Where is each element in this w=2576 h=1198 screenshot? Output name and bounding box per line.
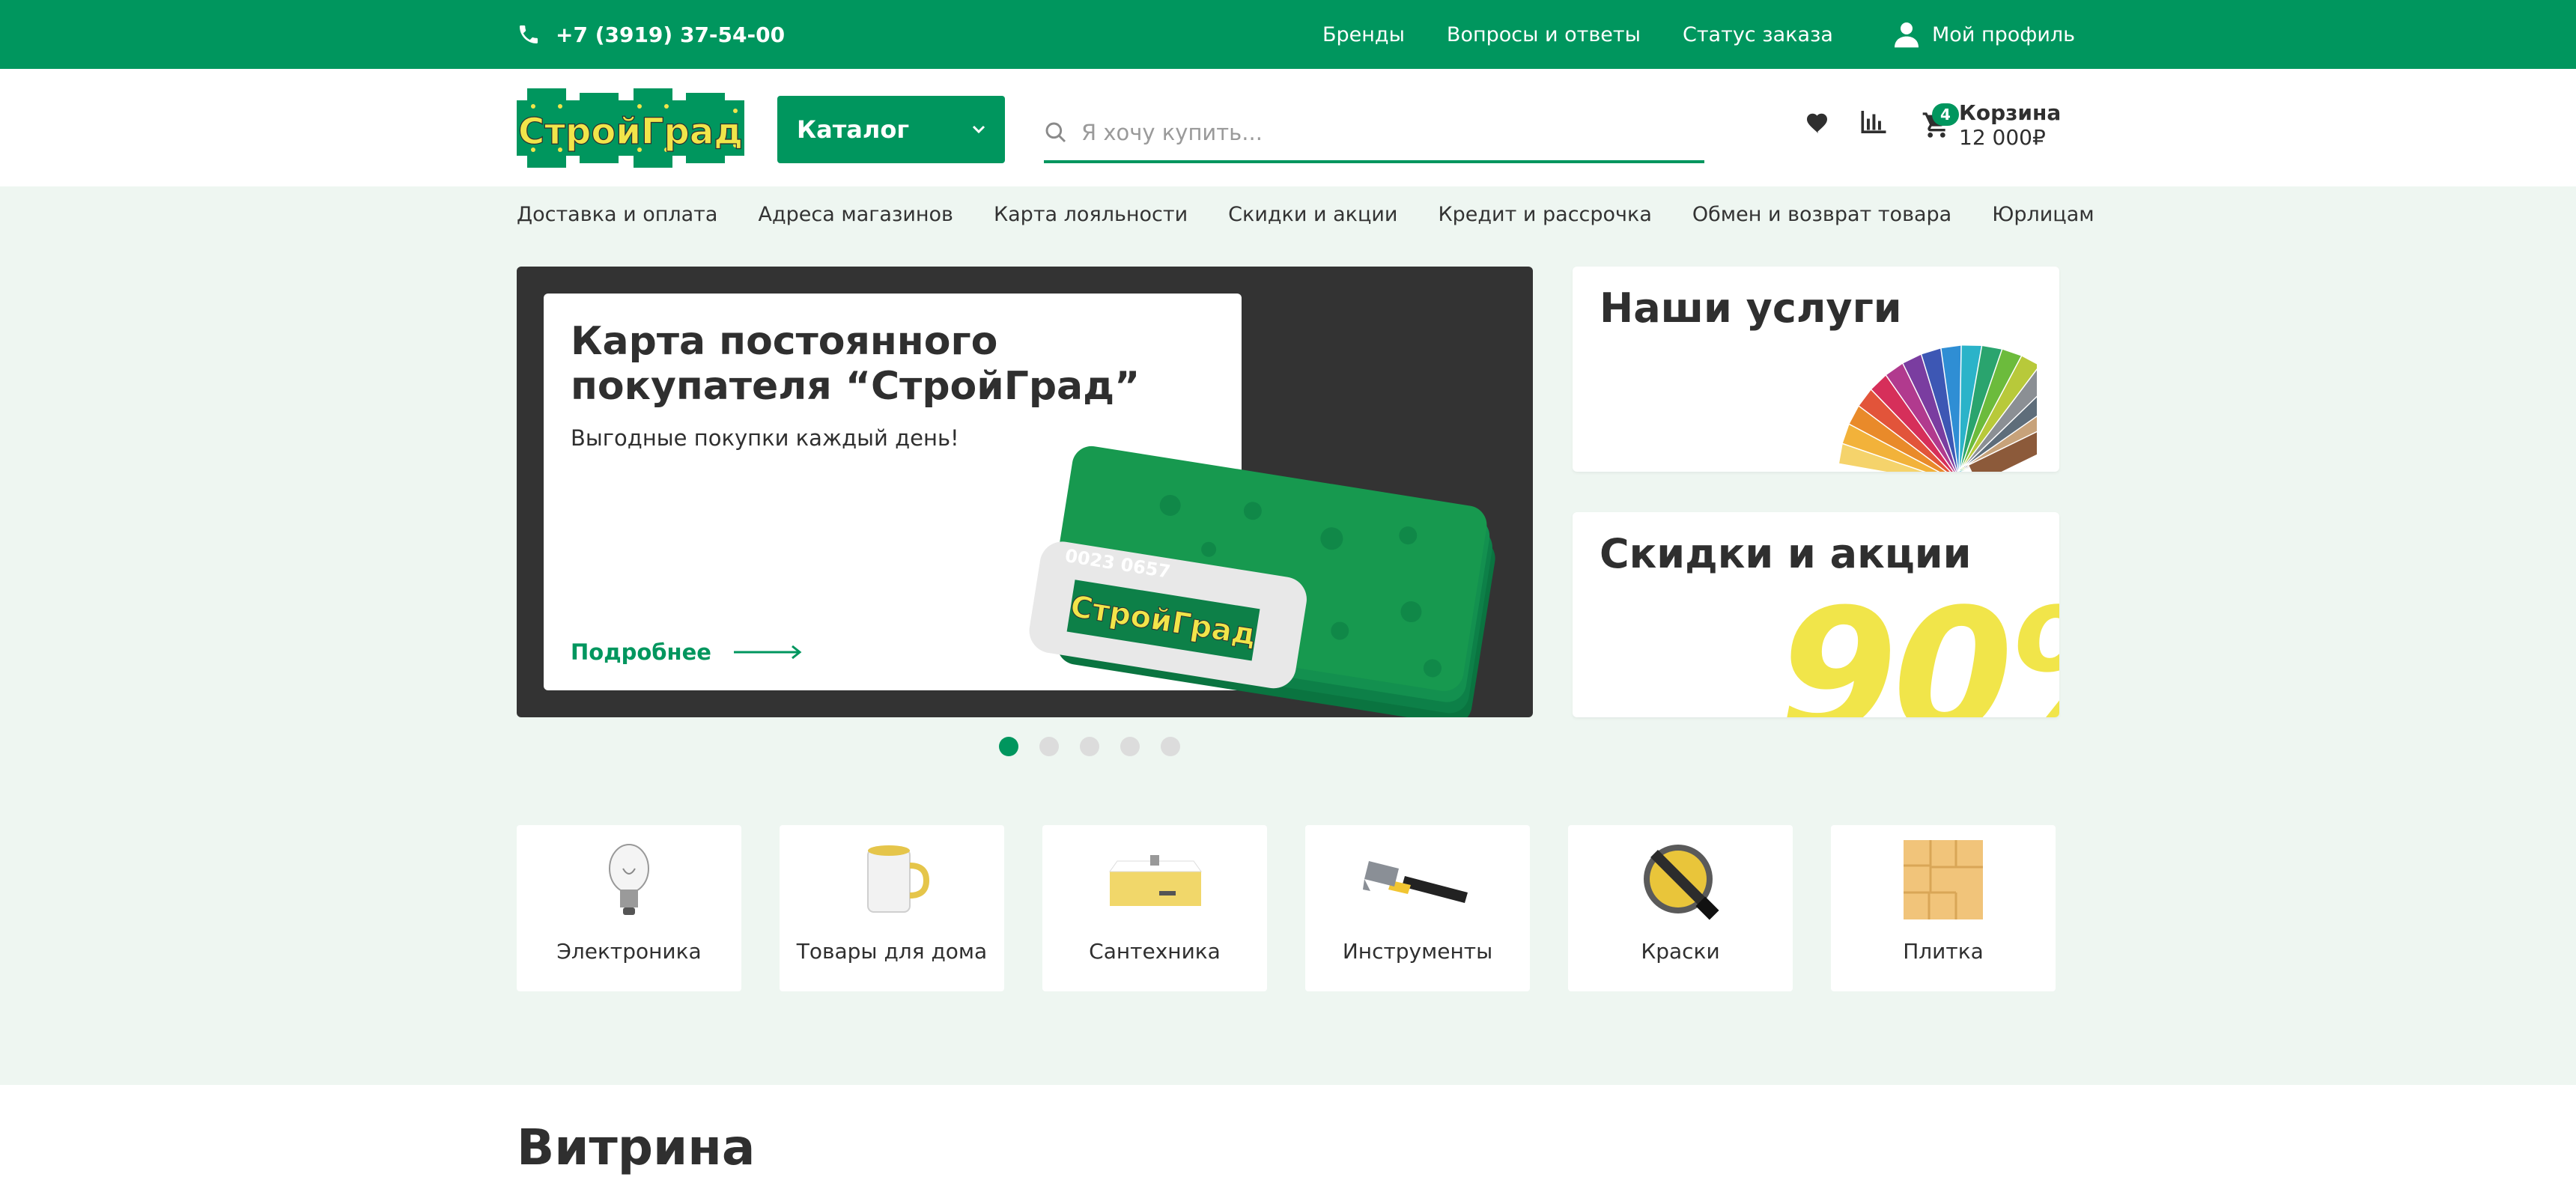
nav-delivery[interactable]: Доставка и оплата	[517, 203, 717, 226]
profile-link[interactable]: Мой профиль	[1895, 0, 2075, 69]
nav-returns[interactable]: Обмен и возврат товара	[1692, 203, 1951, 226]
nav-loyalty-card[interactable]: Карта лояльности	[994, 203, 1188, 226]
category-home-goods[interactable]: Товары для дома	[780, 825, 1004, 991]
banner-title: Карта постоянного покупателя “СтройГрад”	[571, 319, 1140, 409]
category-electronics[interactable]: Электроника	[517, 825, 741, 991]
heart-icon[interactable]	[1805, 109, 1832, 135]
more-label: Подробнее	[571, 639, 711, 665]
sub-navigation: Доставка и оплата Адреса магазинов Карта…	[517, 187, 2094, 241]
svg-text:СтройГрад: СтройГрад	[518, 111, 743, 153]
loyalty-card-image: 0023 0657 СтройГрад	[1029, 446, 1495, 717]
phone-number: +7 (3919) 37-54-00	[556, 22, 786, 47]
cart-label: Корзина	[1959, 100, 2062, 125]
category-label: Электроника	[556, 939, 702, 964]
lightbulb-icon	[609, 844, 649, 915]
slider-dot-3[interactable]	[1080, 737, 1099, 756]
category-label: Сантехника	[1089, 939, 1221, 964]
sales-title: Скидки и акции	[1600, 530, 1972, 577]
sales-percent: 90%	[1778, 573, 2059, 718]
sink-icon	[1109, 855, 1202, 906]
category-label: Плитка	[1903, 939, 1984, 964]
chevron-down-icon	[972, 125, 985, 134]
user-icon	[1895, 22, 1919, 48]
promo-banner[interactable]: Карта постоянного покупателя “СтройГрад”…	[517, 267, 1533, 717]
sales-card[interactable]: Скидки и акции 90%	[1573, 512, 2059, 717]
hammer-icon	[1363, 861, 1468, 903]
category-label: Товары для дома	[796, 939, 988, 964]
link-faq[interactable]: Вопросы и ответы	[1447, 23, 1641, 46]
slider-dot-4[interactable]	[1120, 737, 1140, 756]
compare-icon[interactable]	[1860, 109, 1887, 135]
arrow-right-icon	[733, 645, 802, 660]
search-icon	[1045, 122, 1066, 143]
slider-dot-2[interactable]	[1039, 737, 1059, 756]
link-brands[interactable]: Бренды	[1322, 23, 1405, 46]
paint-can-icon	[1644, 845, 1719, 920]
category-label: Краски	[1641, 939, 1720, 964]
search-input[interactable]: Я хочу купить...	[1081, 120, 1263, 145]
category-label: Инструменты	[1342, 939, 1493, 964]
services-title: Наши услуги	[1600, 285, 1902, 332]
top-bar: +7 (3919) 37-54-00 Бренды Вопросы и отве…	[0, 0, 2576, 69]
cart-total: 12 000₽	[1959, 125, 2046, 150]
tile-icon	[1904, 840, 1983, 919]
color-palette-image	[1838, 344, 2037, 472]
nav-sales[interactable]: Скидки и акции	[1228, 203, 1397, 226]
category-tools[interactable]: Инструменты	[1305, 825, 1530, 991]
nav-legal[interactable]: Юрлицам	[1992, 203, 2094, 226]
search-bar[interactable]: Я хочу купить...	[1044, 105, 1704, 163]
category-plumbing[interactable]: Сантехника	[1042, 825, 1267, 991]
catalog-label: Каталог	[797, 115, 910, 144]
services-card[interactable]: Наши услуги	[1573, 267, 2059, 472]
slider-dot-5[interactable]	[1161, 737, 1180, 756]
phone-icon	[520, 25, 538, 43]
phone-link[interactable]: +7 (3919) 37-54-00	[517, 0, 785, 69]
nav-credit[interactable]: Кредит и рассрочка	[1438, 203, 1651, 226]
cart-button[interactable]: 4 Корзина 12 000₽	[1922, 100, 2061, 150]
slider-dots	[999, 737, 1180, 756]
link-order-status[interactable]: Статус заказа	[1683, 23, 1833, 46]
slider-dot-1[interactable]	[999, 737, 1018, 756]
banner-subtitle: Выгодные покупки каждый день!	[571, 425, 959, 451]
logo[interactable]: СтройГрад	[517, 88, 744, 168]
catalog-button[interactable]: Каталог	[777, 96, 1005, 163]
category-tiles[interactable]: Плитка	[1831, 825, 2056, 991]
cart-count-badge: 4	[1932, 103, 1959, 126]
banner-more-link[interactable]: Подробнее	[571, 639, 803, 665]
mug-icon	[867, 845, 929, 913]
profile-label: Мой профиль	[1932, 22, 2076, 46]
nav-stores[interactable]: Адреса магазинов	[758, 203, 953, 226]
showcase-title: Витрина	[517, 1119, 756, 1176]
category-paints[interactable]: Краски	[1568, 825, 1793, 991]
category-list: Электроника Товары для дома Сантехника И…	[517, 825, 2056, 991]
